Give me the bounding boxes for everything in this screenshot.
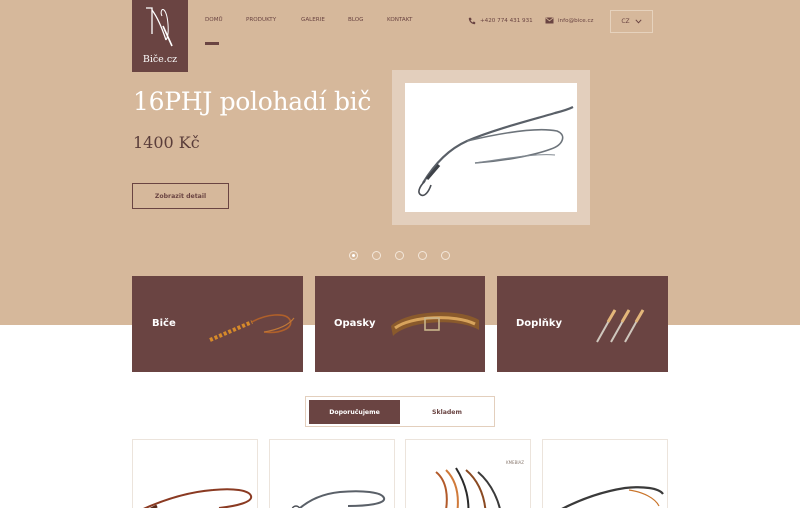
logo[interactable]: Biče.cz — [132, 0, 188, 72]
detail-button[interactable]: Zobrazit detail — [132, 183, 229, 209]
category-label: Doplňky — [516, 318, 563, 329]
category-label: Opasky — [334, 318, 376, 329]
nav-active-indicator — [205, 42, 219, 45]
slider-dot-3[interactable] — [395, 251, 404, 260]
product-card[interactable] — [132, 439, 258, 508]
product-image — [143, 488, 253, 508]
slider-dot-4[interactable] — [418, 251, 427, 260]
product-image — [291, 490, 385, 508]
accessories-product-image — [596, 309, 645, 343]
whip-logo-icon — [146, 7, 173, 47]
nav-item-contact[interactable]: KONTAKT — [387, 17, 412, 23]
tab-recommended[interactable]: Doporučujeme — [309, 400, 400, 424]
slider-dot-5[interactable] — [441, 251, 450, 260]
belt-product-image — [391, 312, 479, 336]
nav-item-gallery[interactable]: GALERIE — [301, 17, 325, 23]
contact-email[interactable]: info@bice.cz — [545, 17, 594, 24]
product-card[interactable]: KMEBIAZ — [405, 439, 531, 508]
product-image — [561, 486, 664, 508]
slide-image[interactable] — [405, 83, 577, 212]
chevron-down-icon — [635, 19, 642, 24]
nav-item-products[interactable]: PRODUKTY — [246, 17, 276, 23]
product-image — [435, 467, 501, 508]
contact-phone[interactable]: +420 774 431 931 — [468, 17, 533, 25]
whip-product-image — [209, 314, 295, 342]
product-tabs: Doporučujeme Skladem — [305, 396, 495, 427]
email-address: info@bice.cz — [558, 17, 594, 24]
language-select[interactable]: CZ — [610, 10, 653, 33]
nav-item-blog[interactable]: BLOG — [348, 17, 364, 23]
category-label: Biče — [152, 318, 176, 329]
tab-in-stock[interactable]: Skladem — [402, 400, 492, 424]
category-whips[interactable]: Biče — [132, 276, 303, 372]
mail-icon — [545, 17, 554, 24]
nav-item-home[interactable]: DOMŮ — [205, 17, 223, 23]
category-belts[interactable]: Opasky — [315, 276, 485, 372]
whip-photo — [418, 106, 574, 197]
phone-icon — [468, 17, 476, 25]
slide-price: 1400 Kč — [133, 133, 200, 152]
product-card[interactable] — [269, 439, 395, 508]
product-card[interactable] — [542, 439, 668, 508]
slider-dot-2[interactable] — [372, 251, 381, 260]
slide-title: 16PHJ polohadí bič — [133, 87, 372, 116]
category-accessories[interactable]: Doplňky — [497, 276, 668, 372]
language-current: CZ — [621, 18, 630, 25]
logo-text: Biče.cz — [142, 54, 178, 65]
slider-dot-1[interactable] — [349, 251, 358, 260]
phone-number: +420 774 431 931 — [480, 18, 533, 24]
